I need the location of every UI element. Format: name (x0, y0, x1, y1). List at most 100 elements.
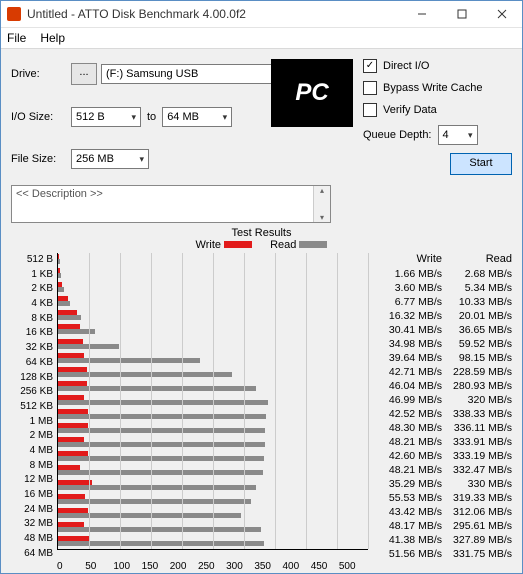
read-value: 20.01 MB/s (446, 309, 512, 323)
menu-help[interactable]: Help (40, 31, 65, 45)
queue-depth-select[interactable]: 4 ▾ (438, 125, 478, 145)
verify-data-label: Verify Data (383, 104, 437, 116)
write-value: 41.38 MB/s (376, 533, 442, 547)
iosize-from-select[interactable]: 512 B ▾ (71, 107, 141, 127)
chevron-down-icon: ▾ (468, 130, 473, 141)
write-value: 39.64 MB/s (376, 351, 442, 365)
iosize-to-label: to (147, 111, 156, 123)
y-axis-tick: 32 MB (11, 517, 53, 531)
iosize-to-select[interactable]: 64 MB ▾ (162, 107, 232, 127)
bypass-cache-label: Bypass Write Cache (383, 82, 482, 94)
chart-legend: Write Read (11, 239, 512, 251)
menubar: File Help (1, 28, 522, 49)
chart-x-axis-caption: Transfer Rate → MB/s (1, 572, 512, 573)
legend-write-swatch (224, 241, 252, 248)
window-buttons (402, 1, 522, 27)
read-value: 330 MB/s (446, 477, 512, 491)
menu-file[interactable]: File (7, 31, 26, 45)
chevron-down-icon: ▾ (223, 112, 228, 123)
filesize-select[interactable]: 256 MB ▾ (71, 149, 149, 169)
drive-label: Drive: (11, 68, 71, 80)
write-value: 46.04 MB/s (376, 379, 442, 393)
config-panel: Drive: ... (F:) Samsung USB ▾ I/O Size: … (11, 57, 261, 175)
write-value: 35.29 MB/s (376, 477, 442, 491)
direct-io-checkbox[interactable] (363, 59, 377, 73)
top-section: Drive: ... (F:) Samsung USB ▾ I/O Size: … (11, 57, 512, 175)
bar-read (58, 259, 60, 264)
write-value: 16.32 MB/s (376, 309, 442, 323)
maximize-button[interactable] (442, 1, 482, 27)
start-button[interactable]: Start (450, 153, 512, 175)
description-placeholder: << Description >> (16, 188, 103, 200)
write-value: 42.52 MB/s (376, 407, 442, 421)
write-value: 30.41 MB/s (376, 323, 442, 337)
x-axis-tick: 150 (142, 561, 170, 572)
read-column-header: Read (446, 253, 512, 265)
y-axis-tick: 32 KB (11, 341, 53, 355)
options-panel: Direct I/O Bypass Write Cache Verify Dat… (363, 57, 512, 175)
chart-y-axis-labels: 512 B1 KB2 KB4 KB8 KB16 KB32 KB64 KB128 … (11, 253, 57, 561)
x-axis-tick: 350 (254, 561, 282, 572)
y-axis-tick: 2 MB (11, 429, 53, 443)
bypass-cache-checkbox[interactable] (363, 81, 377, 95)
read-value: 312.06 MB/s (446, 505, 512, 519)
y-axis-tick: 8 KB (11, 312, 53, 326)
x-axis-tick: 500 (339, 561, 367, 572)
close-button[interactable] (482, 1, 522, 27)
chevron-down-icon: ▾ (131, 112, 136, 123)
read-value: 320 MB/s (446, 393, 512, 407)
chevron-down-icon: ▾ (139, 154, 144, 165)
read-value: 327.89 MB/s (446, 533, 512, 547)
read-value: 10.33 MB/s (446, 295, 512, 309)
minimize-button[interactable] (402, 1, 442, 27)
drive-select[interactable]: (F:) Samsung USB ▾ (101, 64, 281, 84)
bar-read (58, 485, 256, 490)
queue-depth-value: 4 (443, 129, 449, 141)
read-value: 336.11 MB/s (446, 421, 512, 435)
results-title: Test Results (11, 227, 512, 239)
app-icon (7, 7, 21, 21)
write-value: 55.53 MB/s (376, 491, 442, 505)
y-axis-tick: 512 KB (11, 400, 53, 414)
write-column-header: Write (376, 253, 442, 265)
drive-browse-button[interactable]: ... (71, 63, 97, 85)
direct-io-label: Direct I/O (383, 60, 429, 72)
y-axis-tick: 2 KB (11, 282, 53, 296)
bar-read (58, 315, 81, 320)
y-axis-tick: 128 KB (11, 371, 53, 385)
read-value: 5.34 MB/s (446, 281, 512, 295)
chart-area (57, 253, 368, 550)
drive-selected-value: (F:) Samsung USB (106, 68, 198, 80)
description-textarea[interactable]: << Description >> ▴▾ (11, 185, 331, 223)
app-window: Untitled - ATTO Disk Benchmark 4.00.0f2 … (0, 0, 523, 574)
write-value: 42.60 MB/s (376, 449, 442, 463)
iosize-from-value: 512 B (76, 111, 105, 123)
x-axis-tick: 300 (226, 561, 254, 572)
write-value: 6.77 MB/s (376, 295, 442, 309)
write-value: 34.98 MB/s (376, 337, 442, 351)
read-value: 2.68 MB/s (446, 267, 512, 281)
x-axis-tick: 250 (198, 561, 226, 572)
verify-data-checkbox[interactable] (363, 103, 377, 117)
read-value: 338.33 MB/s (446, 407, 512, 421)
y-axis-tick: 8 MB (11, 459, 53, 473)
pc-logo: PC (271, 59, 353, 127)
y-axis-tick: 512 B (11, 253, 53, 267)
filesize-label: File Size: (11, 153, 71, 165)
bar-read (58, 386, 256, 391)
write-value: 48.21 MB/s (376, 435, 442, 449)
bar-read (58, 273, 61, 278)
bar-read (58, 358, 200, 363)
results-values: Write1.66 MB/s3.60 MB/s6.77 MB/s16.32 MB… (376, 253, 512, 561)
read-value: 332.47 MB/s (446, 463, 512, 477)
y-axis-tick: 1 MB (11, 415, 53, 429)
scrollbar[interactable]: ▴▾ (313, 186, 330, 222)
y-axis-tick: 12 MB (11, 473, 53, 487)
write-value: 48.21 MB/s (376, 463, 442, 477)
x-axis-tick: 400 (283, 561, 311, 572)
y-axis-tick: 256 KB (11, 385, 53, 399)
bar-read (58, 499, 251, 504)
read-value: 295.61 MB/s (446, 519, 512, 533)
legend-read-swatch (299, 241, 327, 248)
y-axis-tick: 16 KB (11, 326, 53, 340)
